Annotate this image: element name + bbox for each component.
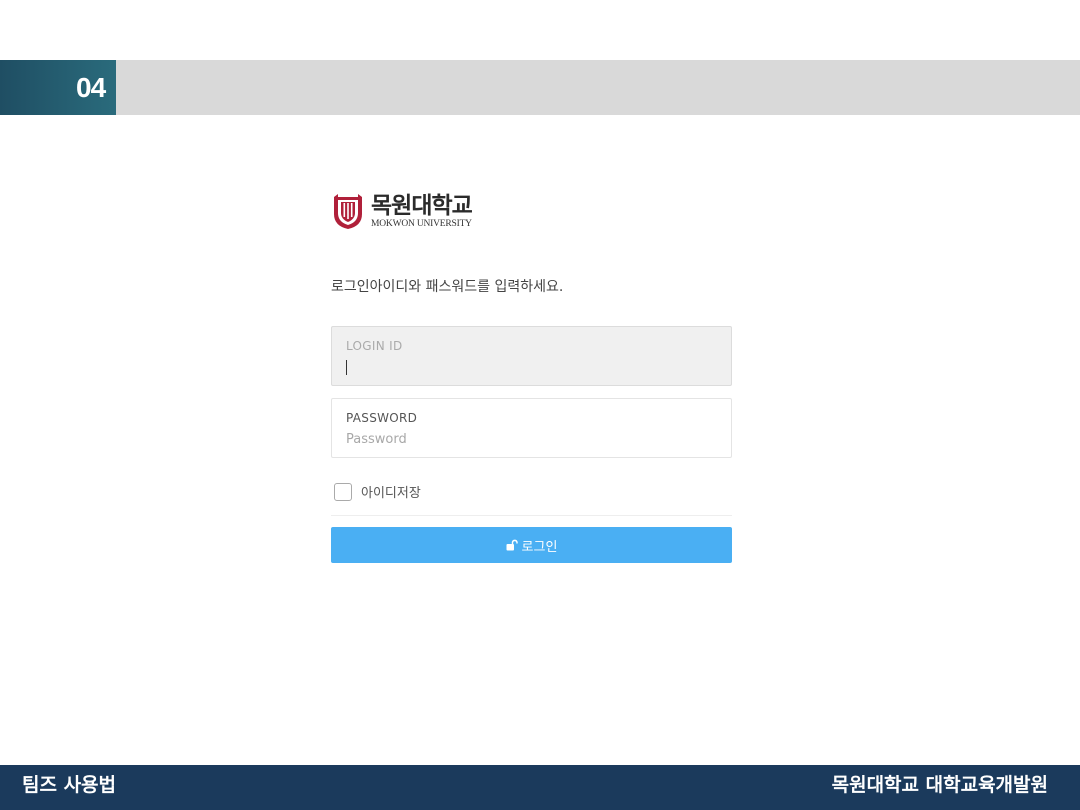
login-instruction: 로그인아이디와 패스워드를 입력하세요. — [331, 279, 564, 295]
remember-id-checkbox[interactable] — [334, 482, 352, 501]
password-field[interactable]: PASSWORD — [331, 398, 732, 458]
text-caret — [346, 360, 347, 375]
login-id-label: LOGIN ID — [346, 339, 403, 353]
footer-organization: 목원대학교 대학교육개발원 — [831, 774, 1048, 796]
login-id-input[interactable] — [346, 357, 717, 377]
login-button[interactable]: 로그인 — [331, 527, 732, 563]
mokwon-emblem-icon — [334, 194, 362, 229]
remember-id-label: 아이디저장 — [361, 486, 421, 501]
slide-number: 04 — [0, 60, 116, 115]
password-label: PASSWORD — [346, 411, 418, 425]
footer: 팀즈 사용법 목원대학교 대학교육개발원 — [0, 765, 1080, 810]
university-logo: 목원대학교 MOKWON UNIVERSITY — [331, 192, 473, 232]
login-id-field[interactable]: LOGIN ID — [331, 326, 732, 386]
unlock-icon — [506, 539, 518, 551]
header-band — [0, 60, 1080, 115]
logo-english-text: MOKWON UNIVERSITY — [371, 219, 472, 230]
logo-korean-text: 목원대학교 — [371, 192, 473, 220]
divider — [331, 515, 732, 516]
login-button-label: 로그인 — [521, 538, 558, 554]
remember-id[interactable]: 아이디저장 — [334, 482, 421, 501]
footer-title: 팀즈 사용법 — [22, 774, 117, 796]
password-input[interactable] — [346, 429, 717, 449]
